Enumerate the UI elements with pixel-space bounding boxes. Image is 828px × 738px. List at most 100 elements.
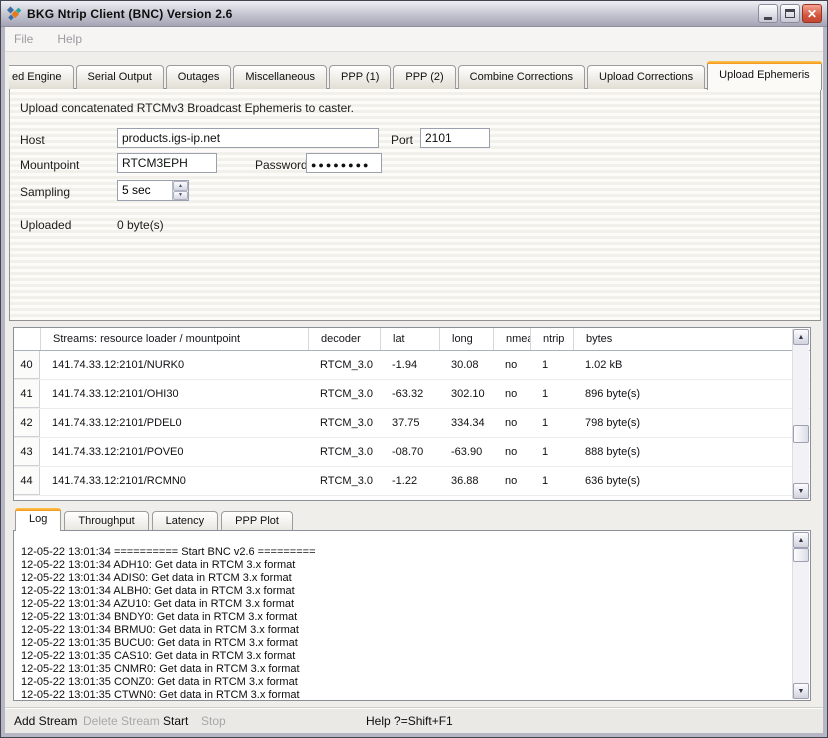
cell-bytes[interactable]: 896 byte(s) (573, 380, 810, 408)
cell-decoder[interactable]: RTCM_3.0 (308, 438, 380, 466)
cell-lat[interactable]: -08.70 (380, 438, 439, 466)
cell-num[interactable]: 42 (14, 409, 40, 437)
uploaded-value: 0 byte(s) (117, 218, 164, 232)
streams-scroll-up-button[interactable]: ▲ (793, 329, 809, 345)
tab-ppp-1[interactable]: PPP (1) (329, 65, 391, 89)
log-line: 12-05-22 13:01:35 CTWN0: Get data in RTC… (21, 689, 786, 701)
log-scrollbar[interactable]: ▲ ▼ (792, 532, 809, 699)
menu-bar: File Help (5, 27, 823, 52)
log-scroll-up-button[interactable]: ▲ (793, 532, 809, 548)
tab-upload-ephemeris[interactable]: Upload Ephemeris (707, 61, 822, 90)
close-button[interactable]: ✕ (802, 4, 822, 23)
password-input[interactable] (306, 153, 382, 173)
tab-ppp-2[interactable]: PPP (2) (393, 65, 455, 89)
add-stream-button[interactable]: Add Stream (14, 714, 77, 728)
window-border-left (1, 27, 5, 737)
delete-stream-button[interactable]: Delete Stream (83, 714, 160, 728)
cell-nmea[interactable]: no (493, 467, 530, 495)
column-header-streams[interactable]: Streams: resource loader / mountpoint (40, 328, 308, 350)
host-input[interactable] (117, 128, 379, 148)
cell-bytes[interactable]: 636 byte(s) (573, 467, 810, 495)
tab-ppp-plot[interactable]: PPP Plot (221, 511, 293, 530)
cell-stream[interactable]: 141.74.33.12:2101/RCMN0 (40, 467, 308, 495)
log-line: 12-05-22 13:01:34 AZU10: Get data in RTC… (21, 598, 786, 611)
cell-stream[interactable]: 141.74.33.12:2101/NURK0 (40, 351, 308, 379)
cell-long[interactable]: 30.08 (439, 351, 493, 379)
window-border-right (823, 27, 827, 737)
maximize-button[interactable] (780, 4, 800, 23)
log-line: 12-05-22 13:01:34 ADH10: Get data in RTC… (21, 559, 786, 572)
tab-outages[interactable]: Outages (166, 65, 232, 89)
column-header-decoder[interactable]: decoder (308, 328, 380, 350)
streams-table: Streams: resource loader / mountpointdec… (13, 327, 811, 501)
cell-long[interactable]: 334.34 (439, 409, 493, 437)
cell-stream[interactable]: 141.74.33.12:2101/POVE0 (40, 438, 308, 466)
menu-help[interactable]: Help (57, 32, 82, 46)
scroll-up-icon: ▲ (798, 334, 805, 341)
minimize-button[interactable] (758, 4, 778, 23)
cell-lat[interactable]: -1.94 (380, 351, 439, 379)
cell-num[interactable]: 44 (14, 467, 40, 495)
cell-ntrip[interactable]: 1 (530, 409, 573, 437)
tab-ed-engine[interactable]: ed Engine (9, 65, 74, 89)
cell-ntrip[interactable]: 1 (530, 467, 573, 495)
bottom-toolbar: Add Stream Delete Stream Start Stop Help… (5, 707, 823, 734)
log-scrollbar-thumb[interactable] (793, 548, 809, 562)
start-button[interactable]: Start (163, 714, 188, 728)
cell-bytes[interactable]: 888 byte(s) (573, 438, 810, 466)
cell-num[interactable]: 41 (14, 380, 40, 408)
tab-latency[interactable]: Latency (152, 511, 219, 530)
spin-up-icon: ▲ (178, 183, 183, 189)
tab-serial-output[interactable]: Serial Output (76, 65, 164, 89)
table-row: 41141.74.33.12:2101/OHI30RTCM_3.0-63.323… (14, 380, 810, 409)
streams-scrollbar-thumb[interactable] (793, 425, 809, 443)
cell-lat[interactable]: -1.22 (380, 467, 439, 495)
cell-num[interactable]: 40 (14, 351, 40, 379)
cell-decoder[interactable]: RTCM_3.0 (308, 409, 380, 437)
cell-stream[interactable]: 141.74.33.12:2101/PDEL0 (40, 409, 308, 437)
title-bar: BKG Ntrip Client (BNC) Version 2.6 ✕ (1, 1, 827, 27)
cell-bytes[interactable]: 1.02 kB (573, 351, 810, 379)
cell-long[interactable]: -63.90 (439, 438, 493, 466)
column-header-ntrip[interactable]: ntrip (530, 328, 573, 350)
sampling-spinbox[interactable]: 5 sec ▲ ▼ (117, 180, 189, 201)
column-header-lat[interactable]: lat (380, 328, 439, 350)
streams-scroll-down-button[interactable]: ▼ (793, 483, 809, 499)
tab-throughput[interactable]: Throughput (64, 511, 148, 530)
mountpoint-input[interactable] (117, 153, 217, 173)
tab-miscellaneous[interactable]: Miscellaneous (233, 65, 327, 89)
sampling-spin-up[interactable]: ▲ (173, 181, 188, 191)
menu-file[interactable]: File (14, 32, 33, 46)
cell-decoder[interactable]: RTCM_3.0 (308, 467, 380, 495)
port-input[interactable] (420, 128, 490, 148)
tab-log[interactable]: Log (15, 508, 61, 531)
cell-decoder[interactable]: RTCM_3.0 (308, 380, 380, 408)
cell-nmea[interactable]: no (493, 380, 530, 408)
column-header-bytes[interactable]: bytes (573, 328, 810, 350)
cell-long[interactable]: 36.88 (439, 467, 493, 495)
cell-nmea[interactable]: no (493, 351, 530, 379)
tab-combine-corrections[interactable]: Combine Corrections (458, 65, 585, 89)
cell-decoder[interactable]: RTCM_3.0 (308, 351, 380, 379)
cell-lat[interactable]: -63.32 (380, 380, 439, 408)
streams-scrollbar[interactable]: ▲ ▼ (792, 329, 809, 499)
sampling-spin-down[interactable]: ▼ (173, 191, 188, 201)
log-line: 12-05-22 13:01:34 ========== Start BNC v… (21, 546, 786, 559)
streams-header-row: Streams: resource loader / mountpointdec… (14, 328, 810, 351)
stop-button[interactable]: Stop (201, 714, 226, 728)
cell-ntrip[interactable]: 1 (530, 351, 573, 379)
cell-lat[interactable]: 37.75 (380, 409, 439, 437)
cell-num[interactable]: 43 (14, 438, 40, 466)
column-header-nmea[interactable]: nmea (493, 328, 530, 350)
cell-stream[interactable]: 141.74.33.12:2101/OHI30 (40, 380, 308, 408)
cell-nmea[interactable]: no (493, 438, 530, 466)
cell-bytes[interactable]: 798 byte(s) (573, 409, 810, 437)
minimize-icon (764, 17, 772, 20)
tab-upload-corrections[interactable]: Upload Corrections (587, 65, 705, 89)
column-header-long[interactable]: long (439, 328, 493, 350)
cell-ntrip[interactable]: 1 (530, 438, 573, 466)
log-scroll-down-button[interactable]: ▼ (793, 683, 809, 699)
cell-long[interactable]: 302.10 (439, 380, 493, 408)
cell-ntrip[interactable]: 1 (530, 380, 573, 408)
cell-nmea[interactable]: no (493, 409, 530, 437)
